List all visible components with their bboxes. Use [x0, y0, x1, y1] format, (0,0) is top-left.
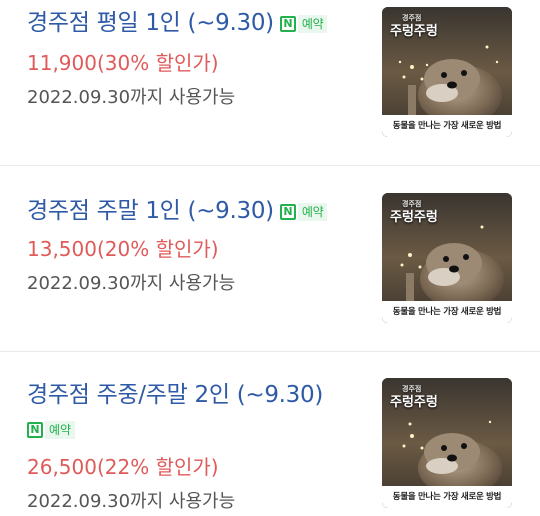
brand-logo: 경주점 주렁주렁 — [390, 14, 438, 39]
item-period: 2022.09.30까지 사용가능 — [27, 273, 236, 294]
item-thumbnail[interactable]: 경주점 주렁주렁 동물을 만나는 가장 새로운 방법 — [382, 7, 512, 137]
item-price: 13,500(20% 할인가) — [27, 237, 219, 261]
item-period: 2022.09.30까지 사용가능 — [27, 491, 236, 512]
item-thumbnail[interactable]: 경주점 주렁주렁 동물을 만나는 가장 새로운 방법 — [382, 378, 512, 508]
thumbnail-caption: 동물을 만나는 가장 새로운 방법 — [382, 486, 512, 508]
thumbnail-caption: 동물을 만나는 가장 새로운 방법 — [382, 301, 512, 323]
brand-logo: 경주점 주렁주렁 — [390, 385, 438, 410]
naver-reservation-badge: N 예약 — [279, 14, 328, 34]
naver-n-icon: N — [27, 422, 43, 438]
naver-reservation-badge: N 예약 — [27, 420, 76, 440]
item-thumbnail[interactable]: 경주점 주렁주렁 동물을 만나는 가장 새로운 방법 — [382, 193, 512, 323]
naver-n-icon: N — [279, 204, 296, 220]
item-title[interactable]: 경주점 주말 1인 (~9.30) N 예약 — [27, 196, 328, 226]
ticket-list: 경주점 평일 1인 (~9.30) N 예약 11,900(30% 할인가) 202… — [0, 0, 540, 516]
list-item[interactable]: 경주점 주중/주말 2인 (~9.30) N 예약 26,500(22% 할인가)… — [0, 352, 540, 516]
naver-reservation-badge: N 예약 — [279, 202, 328, 222]
brand-logo: 경주점 주렁주렁 — [390, 200, 438, 225]
item-title[interactable]: 경주점 주중/주말 2인 (~9.30) — [27, 380, 323, 410]
naver-n-icon: N — [279, 16, 296, 32]
thumbnail-caption: 동물을 만나는 가장 새로운 방법 — [382, 115, 512, 137]
item-price: 26,500(22% 할인가) — [27, 455, 219, 479]
list-item[interactable]: 경주점 평일 1인 (~9.30) N 예약 11,900(30% 할인가) 202… — [0, 0, 540, 165]
list-item[interactable]: 경주점 주말 1인 (~9.30) N 예약 13,500(20% 할인가) 202… — [0, 166, 540, 351]
item-period: 2022.09.30까지 사용가능 — [27, 87, 236, 108]
item-price: 11,900(30% 할인가) — [27, 51, 219, 75]
item-title[interactable]: 경주점 평일 1인 (~9.30) N 예약 — [27, 8, 328, 38]
